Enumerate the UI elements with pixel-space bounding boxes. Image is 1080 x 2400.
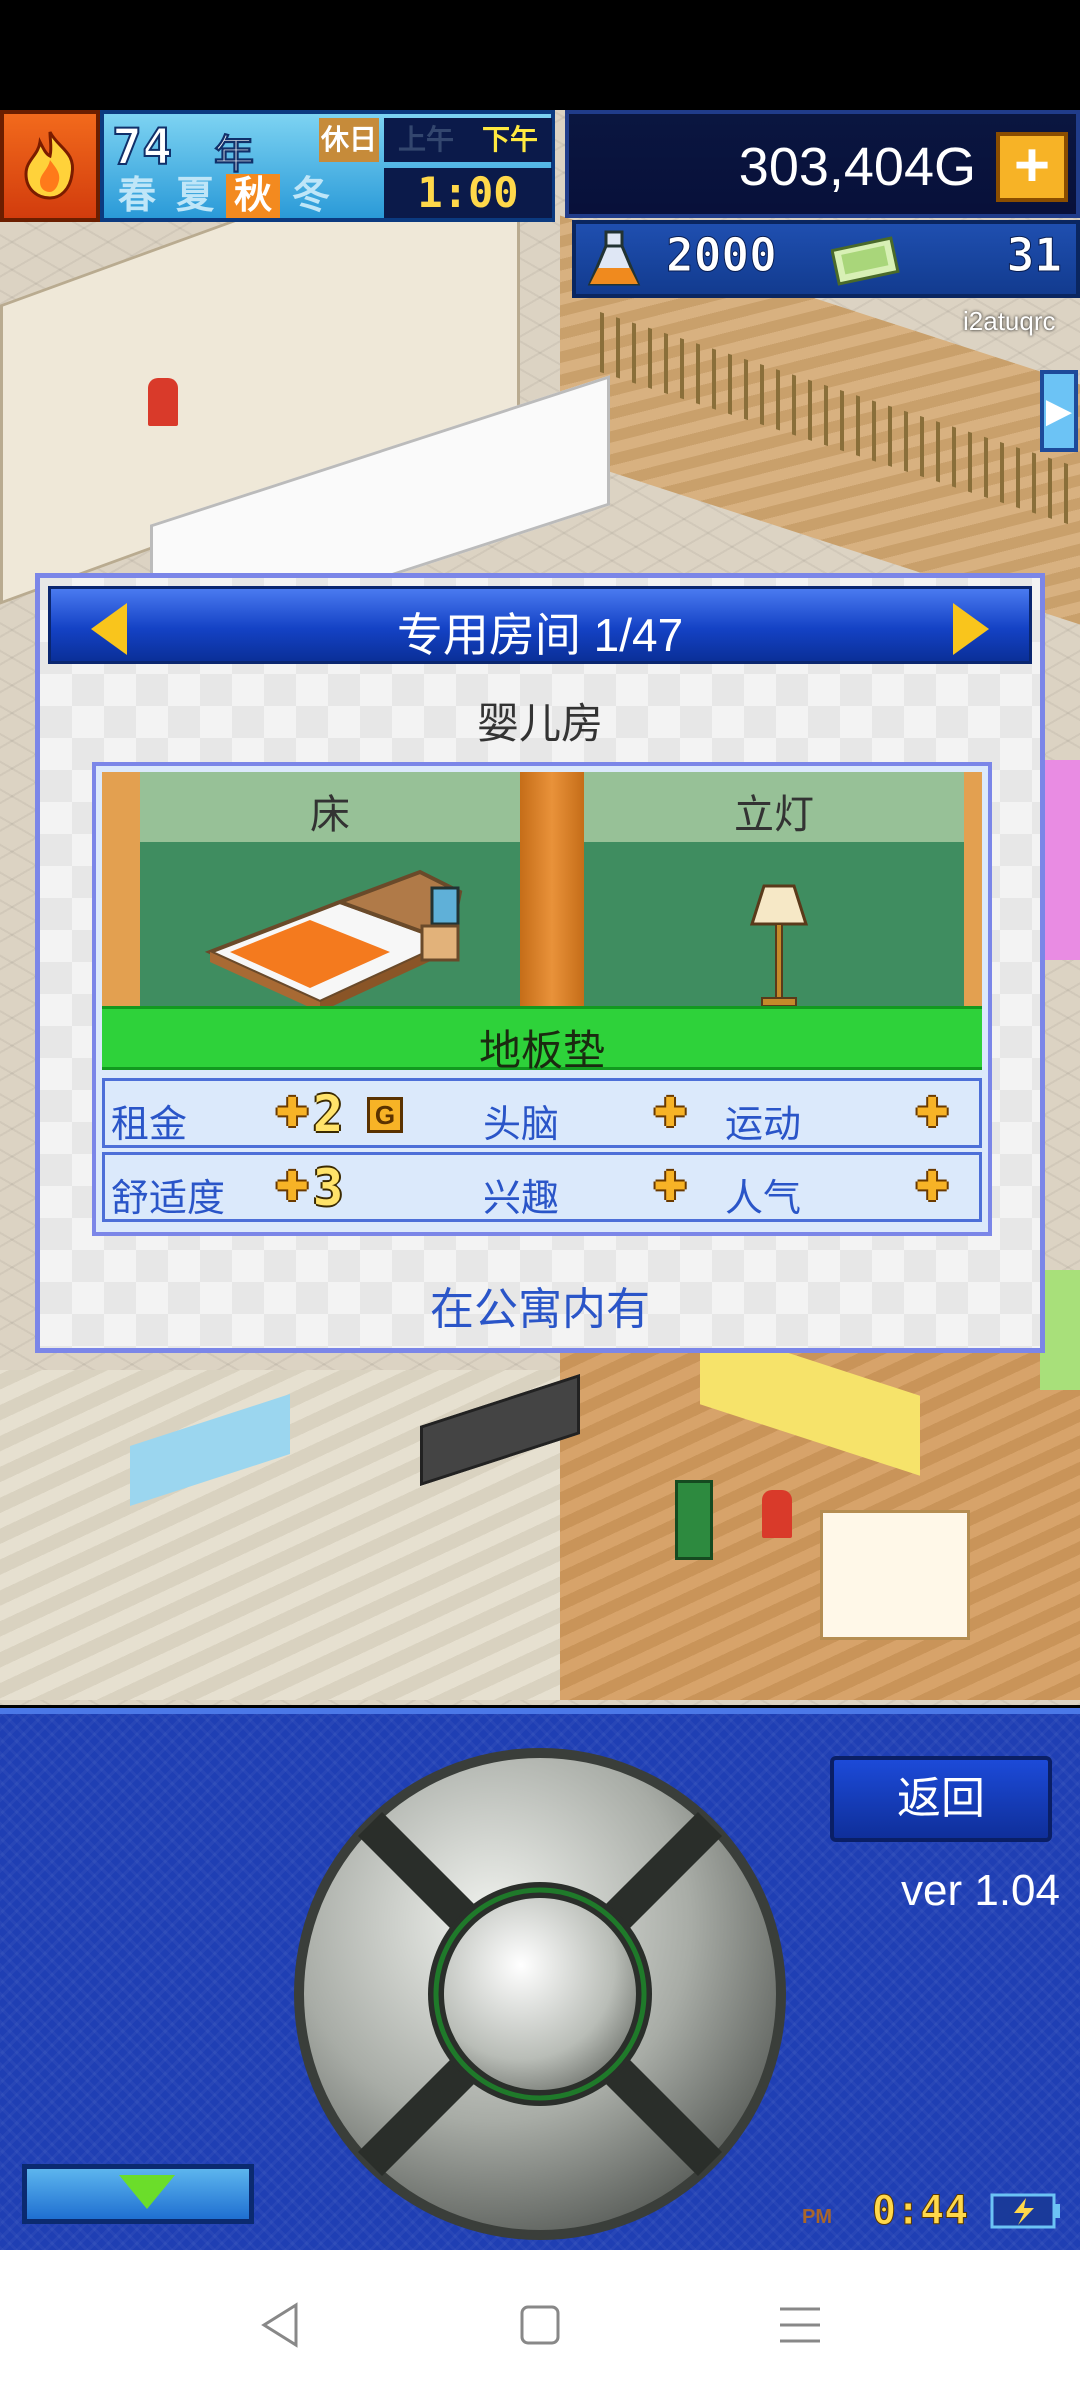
floor-lamp-icon — [749, 884, 809, 1007]
scene-tenant — [148, 378, 178, 426]
system-nav-bar — [0, 2250, 1080, 2400]
scene-pink-wall — [1040, 760, 1080, 960]
floor-bar: 地板垫 — [102, 1006, 982, 1074]
dpad-center-button[interactable] — [444, 1898, 636, 2090]
game-time: 1:00 — [384, 168, 552, 218]
room-name: 婴儿房 — [476, 700, 603, 747]
day-off-badge: 休日 — [319, 118, 379, 162]
stat-brain-label: 头脑 — [483, 1104, 560, 1146]
battery-icon — [990, 2192, 1062, 2230]
room-dialog: 专用房间 1/47 婴儿房 床 立灯 地板垫 租金 ✚ 2 G 头脑 ✚ 运动 … — [35, 573, 1045, 1353]
item-slot-bed: 床 — [140, 772, 520, 1017]
room-card: 床 立灯 地板垫 租金 ✚ 2 G 头脑 ✚ 运动 ✚ 舒适度 ✚ 3 兴趣 ✚… — [92, 762, 992, 1236]
tickets-value: 31 — [1006, 228, 1062, 283]
fire-icon[interactable] — [0, 110, 100, 222]
stat-comfort-value: 3 — [313, 1159, 344, 1217]
version-label: ver 1.04 — [901, 1866, 1060, 1915]
year-unit: 年 — [214, 133, 255, 178]
menu-toggle-button[interactable] — [22, 2164, 254, 2224]
stat-sports-label: 运动 — [725, 1104, 802, 1146]
plus-icon: ✚ — [653, 1091, 687, 1135]
scene-green-floor — [1040, 1270, 1080, 1390]
research-points-value: 2000 — [666, 228, 778, 283]
plus-icon: ✚ — [275, 1165, 309, 1209]
stat-rent-label: 租金 — [111, 1104, 188, 1146]
floor-label: 地板垫 — [478, 1027, 605, 1074]
money-panel: 303,404G + — [565, 110, 1080, 218]
nav-menu-icon[interactable] — [770, 2295, 830, 2355]
nav-back-icon[interactable] — [250, 2295, 310, 2355]
stat-rent-unit: G — [367, 1097, 403, 1133]
side-panel-toggle-button[interactable]: ▶ — [1040, 370, 1078, 452]
am-pm-indicator: 上午 下午 — [384, 118, 552, 162]
scene-green-door — [675, 1480, 713, 1560]
next-room-button[interactable] — [953, 603, 989, 655]
season-list: 春 夏 秋 冬 — [110, 174, 338, 218]
money-value: 303,404G — [738, 137, 976, 197]
clock-pm-label: PM — [802, 2206, 832, 2228]
stat-row: 租金 ✚ 2 G 头脑 ✚ 运动 ✚ — [102, 1078, 982, 1148]
plus-icon: ✚ — [653, 1165, 687, 1209]
date-panel: 74 年 春 夏 秋 冬 休日 上午 下午 1:00 — [0, 110, 555, 222]
stat-popularity-label: 人气 — [725, 1178, 802, 1220]
stat-row: 舒适度 ✚ 3 兴趣 ✚ 人气 ✚ — [102, 1152, 982, 1222]
room-preview: 床 立灯 — [102, 772, 982, 1022]
item-label-lamp: 立灯 — [734, 793, 814, 837]
top-black-bar — [0, 0, 1080, 110]
nav-home-icon[interactable] — [510, 2295, 570, 2355]
season-summer: 夏 — [175, 175, 214, 217]
plus-icon: ✚ — [915, 1165, 949, 1209]
item-slot-lamp: 立灯 — [584, 772, 964, 1017]
dialog-header: 专用房间 1/47 — [48, 586, 1032, 664]
username-label: i2atuqrc — [963, 306, 1056, 336]
bed-icon — [204, 869, 463, 1012]
season-spring: 春 — [117, 175, 156, 217]
am-label: 上午 — [397, 124, 454, 155]
scene-tenant — [762, 1490, 792, 1538]
dpad-control[interactable] — [290, 1744, 790, 2244]
scene-shower — [820, 1510, 970, 1640]
pm-label: 下午 — [481, 124, 538, 155]
resource-panel: 2000 31 — [572, 220, 1080, 298]
year-value: 74 — [111, 117, 173, 177]
stat-rent-value: 2 — [313, 1085, 344, 1143]
season-autumn: 秋 — [226, 174, 280, 218]
calendar: 74 年 春 夏 秋 冬 休日 上午 下午 1:00 — [100, 110, 555, 222]
controller-panel: 返回 ver 1.04 PM 0:44 — [0, 1708, 1080, 2250]
stat-comfort-label: 舒适度 — [111, 1178, 226, 1220]
plus-icon: ✚ — [275, 1091, 309, 1135]
ticket-icon — [830, 234, 905, 288]
dialog-title: 专用房间 1/47 — [396, 609, 684, 661]
item-label-bed: 床 — [310, 793, 350, 837]
availability-status: 在公寓内有 — [430, 1285, 650, 1334]
stat-hobby-label: 兴趣 — [483, 1178, 560, 1220]
plus-icon: ✚ — [915, 1091, 949, 1135]
device-clock: 0:44 — [871, 2188, 969, 2235]
add-money-button[interactable]: + — [996, 132, 1068, 202]
back-button[interactable]: 返回 — [830, 1756, 1052, 1842]
room-pillar — [520, 772, 584, 1022]
chevron-down-icon — [119, 2175, 175, 2209]
season-winter: 冬 — [291, 175, 330, 217]
flask-icon — [584, 230, 644, 292]
